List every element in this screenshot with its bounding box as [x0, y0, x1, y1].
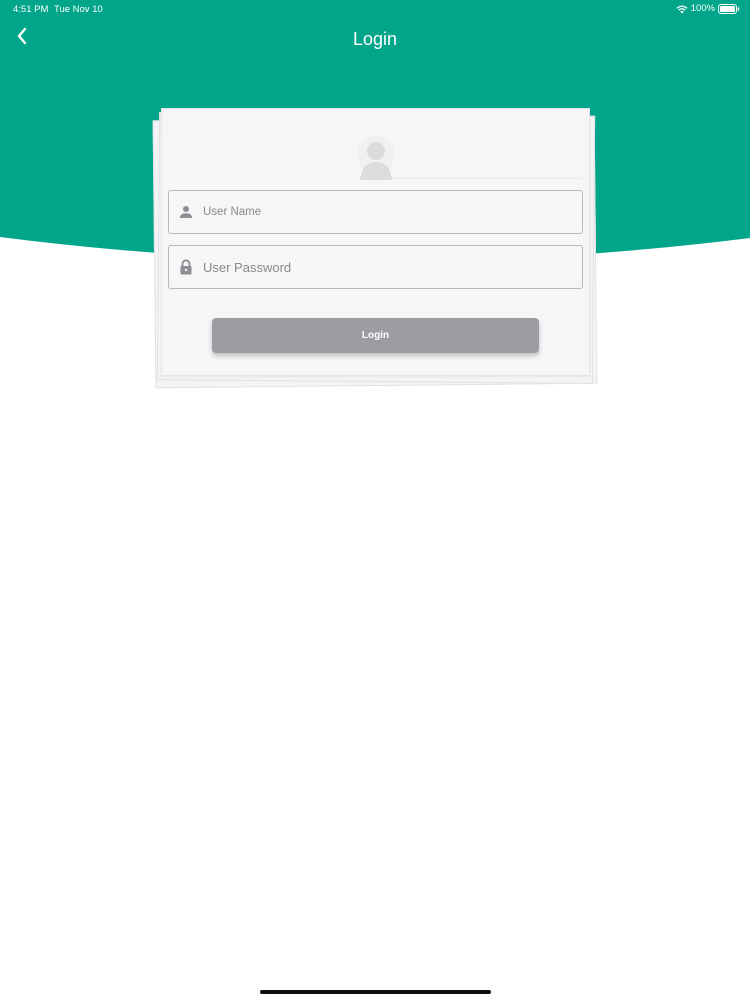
password-field[interactable]: [168, 245, 583, 289]
home-indicator: [260, 990, 491, 994]
status-date: Tue Nov 10: [54, 4, 103, 15]
lock-icon: [169, 259, 203, 275]
page-title: Login: [352, 29, 398, 49]
avatar-divider: [392, 178, 582, 179]
password-input[interactable]: [203, 246, 582, 288]
login-button[interactable]: Login: [212, 318, 539, 353]
wifi-icon: [676, 4, 688, 14]
status-bar: 4:51 PM Tue Nov 10 100%: [0, 0, 750, 18]
user-icon: [169, 205, 203, 219]
user-avatar-icon: [356, 134, 396, 180]
status-time: 4:51 PM: [13, 4, 49, 15]
username-field[interactable]: [168, 190, 583, 234]
login-card: Login: [161, 108, 590, 376]
login-screen: 4:51 PM Tue Nov 10 100% Login User Name …: [0, 0, 750, 1000]
status-indicators: 100%: [676, 3, 740, 14]
battery-icon: [718, 3, 740, 14]
battery-percent: 100%: [690, 3, 715, 14]
username-input[interactable]: [203, 191, 582, 233]
